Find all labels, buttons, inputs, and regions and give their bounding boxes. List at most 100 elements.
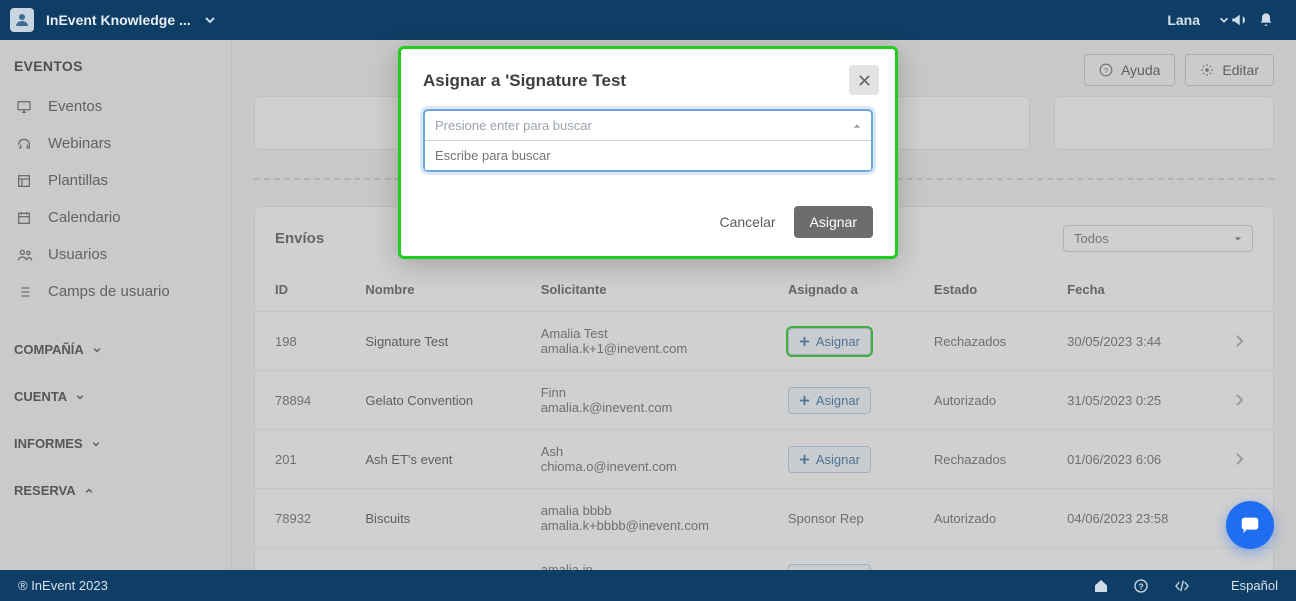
cell-fecha: 31/05/2023 0:25 xyxy=(1047,371,1215,430)
col-id: ID xyxy=(255,268,345,312)
sidebar-item-label: Calendario xyxy=(48,209,121,226)
col-nombre: Nombre xyxy=(345,268,520,312)
cell-solicitante: Ashchioma.o@inevent.com xyxy=(521,430,768,489)
assigned-text: Sponsor Rep xyxy=(788,511,864,526)
monitor-icon xyxy=(16,99,34,115)
assign-button[interactable]: Asignar xyxy=(788,328,871,355)
intercom-launcher[interactable] xyxy=(1226,501,1274,549)
help-icon: ? xyxy=(1099,63,1113,77)
assign-search-input[interactable] xyxy=(425,141,871,170)
footer-code-icon[interactable] xyxy=(1173,578,1213,594)
app-dropdown-icon[interactable] xyxy=(203,13,217,27)
modal-title: Asignar a 'Signature Test xyxy=(423,71,873,91)
footer-language[interactable]: Español xyxy=(1231,578,1278,593)
app-title: InEvent Knowledge ... xyxy=(46,12,191,28)
sidebar-item-camps-de-usuario[interactable]: Camps de usuario xyxy=(14,273,217,310)
assign-label: Asignar xyxy=(816,452,860,467)
cell-fecha: 04/06/2023 23:58 xyxy=(1047,489,1215,548)
cell-id: 78932 xyxy=(255,489,345,548)
chevron-down-icon xyxy=(75,392,85,402)
table-row[interactable]: 201Ash ET's eventAshchioma.o@inevent.com… xyxy=(255,430,1273,489)
cell-solicitante: Finnamalia.k@inevent.com xyxy=(521,371,768,430)
help-button[interactable]: ? Ayuda xyxy=(1084,54,1175,86)
footer-help-icon[interactable]: ? xyxy=(1133,578,1173,594)
row-chevron[interactable] xyxy=(1215,371,1273,430)
cell-solicitante: Amalia Testamalia.k+1@inevent.com xyxy=(521,312,768,371)
cell-estado: Autorizado xyxy=(914,489,1047,548)
sidebar-informes-label: INFORMES xyxy=(14,436,83,451)
sidebar-item-eventos[interactable]: Eventos xyxy=(14,88,217,125)
panel-title: Envíos xyxy=(275,230,324,247)
list-icon xyxy=(16,284,34,300)
col-fecha: Fecha xyxy=(1047,268,1215,312)
cell-estado: Rechazados xyxy=(914,312,1047,371)
cell-asignado: Sponsor Rep xyxy=(768,489,914,548)
caret-down-icon xyxy=(1234,235,1242,243)
assign-select-header[interactable]: Presione enter para buscar xyxy=(425,111,871,141)
cancel-button[interactable]: Cancelar xyxy=(720,214,776,230)
sidebar-cuenta-label: CUENTA xyxy=(14,389,67,404)
sidebar-item-usuarios[interactable]: Usuarios xyxy=(14,236,217,273)
sidebar-item-label: Eventos xyxy=(48,98,102,115)
sidebar-section-eventos: EVENTOS xyxy=(14,58,217,74)
user-dropdown-icon[interactable] xyxy=(1218,14,1230,26)
sidebar-section-informes[interactable]: INFORMES xyxy=(14,436,217,451)
assign-button[interactable]: Asignar xyxy=(788,387,871,414)
table-row[interactable]: 229Event 2amalia jpamalia.k@inevent.jpAs… xyxy=(255,548,1273,571)
cell-nombre: Biscuits xyxy=(345,489,520,548)
gear-icon xyxy=(1200,63,1214,77)
cell-nombre: Gelato Convention xyxy=(345,371,520,430)
sidebar-section-compania[interactable]: COMPAÑÍA xyxy=(14,342,217,357)
announce-icon[interactable] xyxy=(1230,11,1258,29)
close-icon xyxy=(858,74,871,87)
svg-text:?: ? xyxy=(1104,66,1108,75)
calendar-icon xyxy=(16,210,34,226)
footer-home-icon[interactable] xyxy=(1093,578,1133,594)
assign-placeholder: Presione enter para buscar xyxy=(435,118,592,133)
edit-label: Editar xyxy=(1222,62,1259,78)
row-chevron[interactable] xyxy=(1215,312,1273,371)
help-label: Ayuda xyxy=(1121,62,1160,78)
sidebar: EVENTOS Eventos Webinars Plantillas Calenda… xyxy=(0,40,232,570)
table-row[interactable]: 78932Biscuitsamalia bbbbamalia.k+bbbb@in… xyxy=(255,489,1273,548)
assign-select[interactable]: Presione enter para buscar xyxy=(423,109,873,172)
cell-solicitante: amalia jpamalia.k@inevent.jp xyxy=(521,548,768,571)
template-icon xyxy=(16,173,34,189)
row-chevron[interactable] xyxy=(1215,430,1273,489)
topbar: InEvent Knowledge ... Lana xyxy=(0,0,1296,40)
sidebar-item-calendario[interactable]: Calendario xyxy=(14,199,217,236)
cell-estado: Autorizado xyxy=(914,371,1047,430)
sidebar-item-label: Webinars xyxy=(48,135,111,152)
footer-copyright: ® InEvent 2023 xyxy=(18,578,108,593)
col-asignado: Asignado a xyxy=(768,268,914,312)
user-menu[interactable]: Lana xyxy=(1167,12,1200,28)
sidebar-section-cuenta[interactable]: CUENTA xyxy=(14,389,217,404)
cell-asignado: Asignar xyxy=(768,312,914,371)
plus-icon xyxy=(799,454,810,465)
table-row[interactable]: 198Signature TestAmalia Testamalia.k+1@i… xyxy=(255,312,1273,371)
sidebar-section-reserva[interactable]: RESERVA xyxy=(14,483,217,498)
row-chevron[interactable] xyxy=(1215,548,1273,571)
users-icon xyxy=(16,247,34,263)
cell-nombre: Event 2 xyxy=(345,548,520,571)
sidebar-item-label: Usuarios xyxy=(48,246,107,263)
cell-asignado: Asignar xyxy=(768,371,914,430)
sidebar-item-plantillas[interactable]: Plantillas xyxy=(14,162,217,199)
edit-button[interactable]: Editar xyxy=(1185,54,1274,86)
sidebar-item-webinars[interactable]: Webinars xyxy=(14,125,217,162)
bell-icon[interactable] xyxy=(1258,12,1286,28)
cell-fecha: 06/06/2023 0:28 xyxy=(1047,548,1215,571)
assign-search-wrap xyxy=(425,141,871,170)
sidebar-reserva-label: RESERVA xyxy=(14,483,76,498)
table-row[interactable]: 78894Gelato ConventionFinnamalia.k@ineve… xyxy=(255,371,1273,430)
assign-confirm-button[interactable]: Asignar xyxy=(794,206,873,238)
plus-icon xyxy=(799,395,810,406)
filter-select[interactable]: Todos xyxy=(1063,225,1253,252)
sidebar-compania-label: COMPAÑÍA xyxy=(14,342,84,357)
assign-button[interactable]: Asignar xyxy=(788,446,871,473)
assign-label: Asignar xyxy=(816,334,860,349)
col-estado: Estado xyxy=(914,268,1047,312)
cell-id: 78894 xyxy=(255,371,345,430)
footer: ® InEvent 2023 ? Español xyxy=(0,570,1296,601)
modal-close-button[interactable] xyxy=(849,65,879,95)
